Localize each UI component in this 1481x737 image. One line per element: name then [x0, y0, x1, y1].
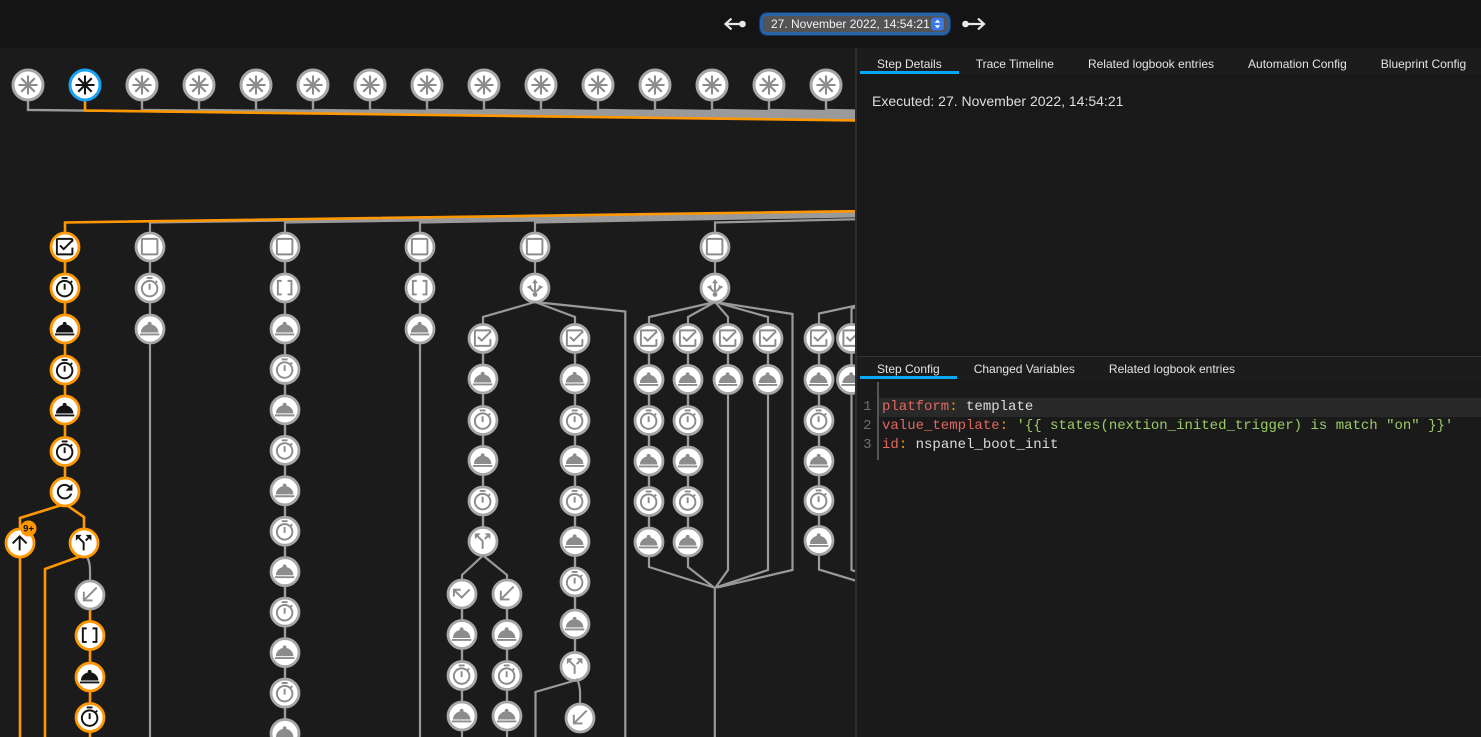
svg-text:9+: 9+ [23, 524, 34, 535]
